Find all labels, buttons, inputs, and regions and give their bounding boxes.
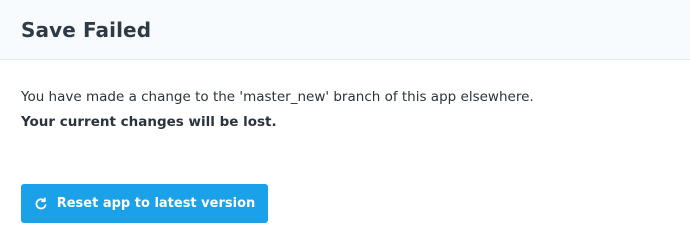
- save-failed-dialog: Save Failed You have made a change to th…: [0, 0, 690, 240]
- warning-message: Your current changes will be lost.: [21, 114, 277, 130]
- dialog-title: Save Failed: [21, 17, 152, 42]
- reset-app-button[interactable]: Reset app to latest version: [21, 184, 268, 223]
- dialog-header: Save Failed: [0, 0, 690, 60]
- dialog-body: You have made a change to the 'master_ne…: [0, 60, 690, 132]
- refresh-icon: [34, 197, 48, 211]
- conflict-message: You have made a change to the 'master_ne…: [21, 89, 534, 105]
- reset-button-label: Reset app to latest version: [56, 196, 256, 211]
